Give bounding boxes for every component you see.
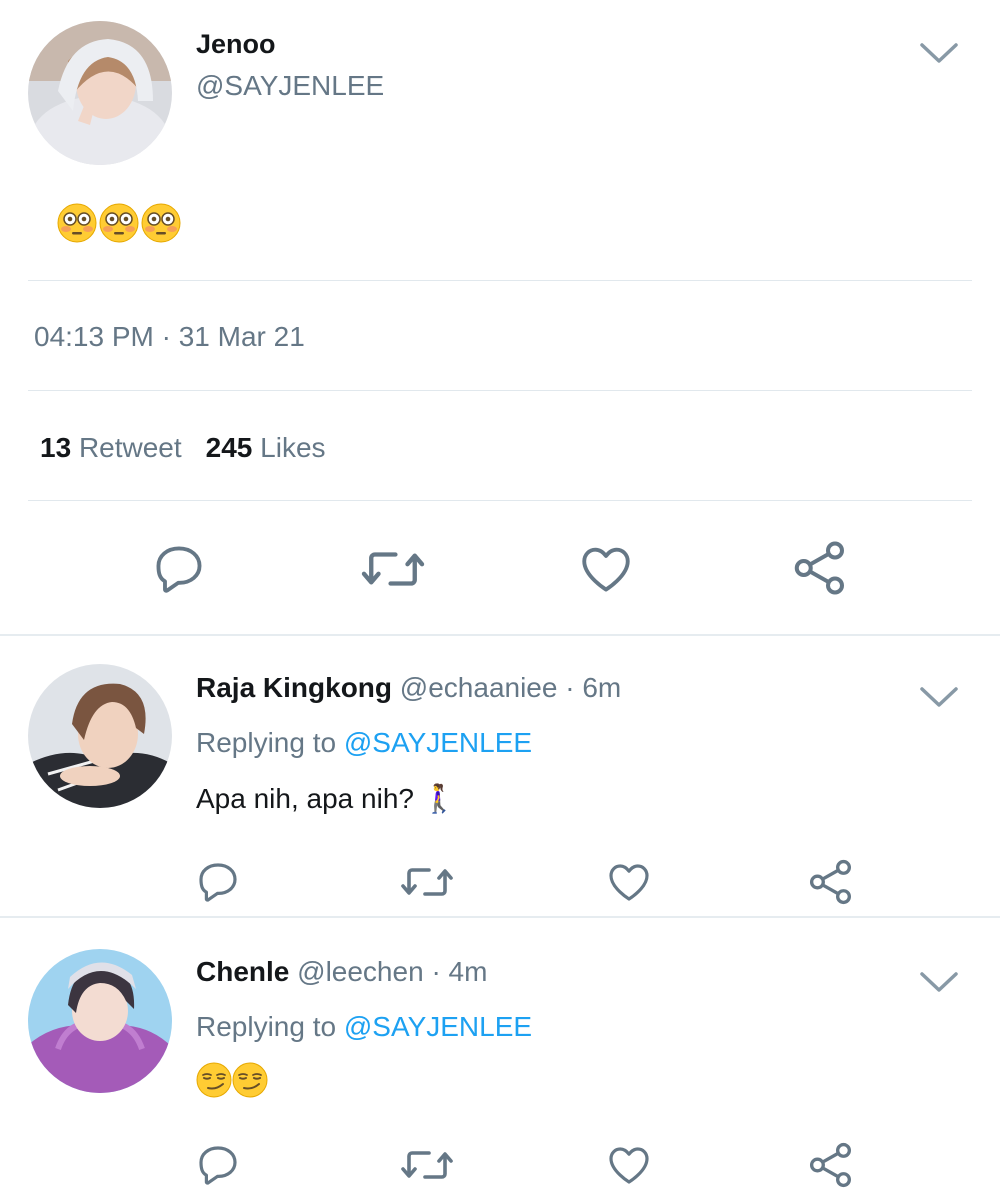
flushed-face-emoji [56,202,98,244]
tweet-stats: 13 Retweet 245 Likes [40,432,326,464]
replying-to-label: Replying to [196,1011,337,1042]
tweet-timestamp[interactable]: 04:13 PM · 31 Mar 21 [34,321,305,353]
replying-to-label: Replying to [196,727,337,758]
heart-icon[interactable] [576,540,636,598]
chevron-down-icon[interactable] [919,686,959,710]
reply-author-handle[interactable]: @leechen [297,956,424,987]
share-icon[interactable] [806,857,856,907]
replying-to-link[interactable]: @SAYJENLEE [344,1011,532,1042]
retweet-stat[interactable]: 13 Retweet [40,432,182,463]
smirking-face-emoji [232,1062,268,1098]
chevron-down-icon[interactable] [919,42,959,66]
retweet-count: 13 [40,432,72,463]
thread-separator [0,916,1000,918]
author-avatar[interactable] [28,21,172,165]
divider [28,390,972,391]
reply-author-name[interactable]: Raja Kingkong [196,672,392,703]
divider [28,500,972,501]
retweet-icon[interactable] [398,1141,456,1189]
retweet-icon[interactable] [358,540,428,598]
reply-author-name[interactable]: Chenle [196,956,289,987]
reply-author-handle[interactable]: @echaaniee [400,672,558,703]
reply-icon[interactable] [150,540,208,598]
flushed-face-emoji [98,202,140,244]
reply-avatar[interactable] [28,664,172,808]
share-icon[interactable] [790,538,850,598]
divider [28,280,972,281]
reply-icon[interactable] [194,858,242,906]
reply-header: Raja Kingkong @echaaniee · 6m [196,672,621,704]
author-name[interactable]: Jenoo [196,29,276,60]
like-label: Likes [260,432,326,463]
replying-to: Replying to @SAYJENLEE [196,727,532,759]
reply-icon[interactable] [194,1141,242,1189]
like-stat[interactable]: 245 Likes [206,432,326,463]
reply-header: Chenle @leechen · 4m [196,956,487,988]
heart-icon[interactable] [604,1141,654,1189]
tweet-text [56,202,182,246]
reply-time: · 6m [565,672,622,703]
replying-to: Replying to @SAYJENLEE [196,1011,532,1043]
chevron-down-icon[interactable] [919,971,959,995]
thread-separator [0,634,1000,636]
reply-time: · 4m [431,956,488,987]
retweet-icon[interactable] [398,858,456,906]
flushed-face-emoji [140,202,182,244]
like-count: 245 [205,432,253,463]
reply-text: Apa nih, apa nih? 🚶‍♀️ [196,783,457,814]
reply-avatar[interactable] [28,949,172,1093]
smirking-face-emoji [196,1062,232,1098]
share-icon[interactable] [806,1140,856,1190]
reply-text [196,1062,268,1100]
heart-icon[interactable] [604,858,654,906]
replying-to-link[interactable]: @SAYJENLEE [344,727,532,758]
author-handle[interactable]: @SAYJENLEE [196,70,384,102]
retweet-label: Retweet [78,432,182,463]
